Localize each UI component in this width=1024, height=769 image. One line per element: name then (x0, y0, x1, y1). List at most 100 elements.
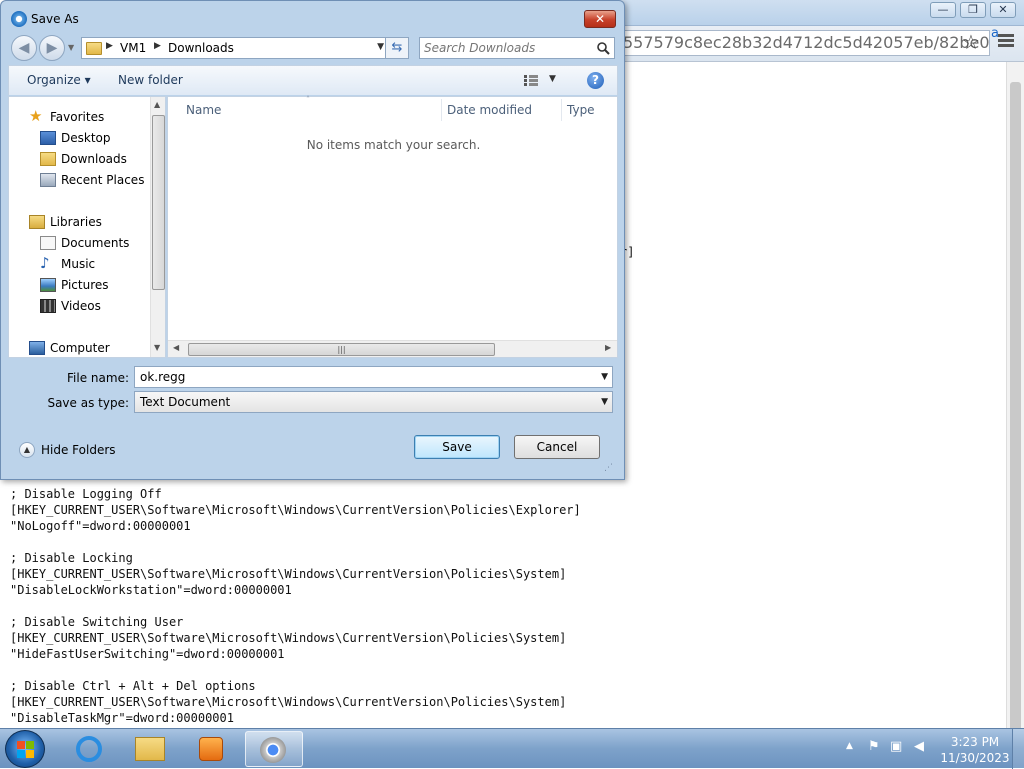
taskbar-internet-explorer[interactable] (60, 731, 118, 767)
dialog-title-bar[interactable]: Save As ✕ (1, 1, 624, 35)
file-name-field[interactable]: ok.regg ▼ (134, 366, 613, 388)
column-header-name[interactable]: Name (186, 103, 221, 117)
search-input[interactable] (424, 40, 592, 56)
document-text: ; Disable Logging Off [HKEY_CURRENT_USER\… (10, 486, 581, 726)
organize-button[interactable]: Organize ▾ (27, 73, 91, 87)
action-center-icon[interactable]: ⚑ (868, 739, 880, 754)
desktop-icon (40, 131, 56, 145)
save-as-type-label: Save as type: (47, 396, 129, 410)
network-icon[interactable]: ▣ (890, 739, 902, 754)
nav-item-videos[interactable]: Videos (9, 296, 149, 316)
help-icon[interactable]: ? (587, 72, 604, 89)
nav-label: Computer (50, 341, 110, 355)
save-as-dialog: Save As ✕ ◀ ▶ ▼ ▶ VM1 ▶ Downloads ▼ ⇆ Or… (0, 0, 625, 480)
column-divider[interactable] (561, 99, 562, 121)
file-list-pane: ˄ Name Date modified Type No items match… (167, 95, 618, 358)
scroll-left-icon[interactable]: ◀ (173, 343, 179, 352)
column-header-date-modified[interactable]: Date modified (447, 103, 532, 117)
document-line: "NoLogoff"=dword:00000001 (10, 519, 191, 533)
music-icon: ♪ (40, 254, 50, 272)
media-player-icon (199, 737, 223, 761)
nav-label: Favorites (50, 110, 105, 124)
taskbar-windows-explorer[interactable] (121, 731, 179, 767)
new-folder-button[interactable]: New folder (118, 73, 183, 87)
search-box[interactable] (419, 37, 615, 59)
search-icon[interactable] (596, 41, 610, 55)
taskbar: ▲ ⚑ ▣ ◀ 3:23 PM 11/30/2023 (0, 728, 1024, 769)
chrome-icon (11, 11, 27, 27)
save-button[interactable]: Save (414, 435, 500, 459)
browser-title-bar: — ❐ ✕ (620, 0, 1024, 26)
scroll-up-icon[interactable]: ▲ (154, 100, 160, 109)
document-line: "DisableTaskMgr"=dword:00000001 (10, 711, 234, 725)
breadcrumb-vm1[interactable]: VM1 (120, 41, 146, 55)
browser-close-button[interactable]: ✕ (990, 2, 1016, 18)
document-line: ; Disable Switching User (10, 615, 184, 629)
scroll-down-icon[interactable]: ▼ (154, 343, 160, 352)
save-as-type-select[interactable]: Text Document ▼ (134, 391, 613, 413)
resize-grip-icon[interactable]: ⋰ (604, 463, 613, 473)
volume-icon[interactable]: ◀ (914, 739, 924, 754)
scroll-thumb[interactable] (1010, 82, 1021, 742)
column-divider[interactable] (441, 99, 442, 121)
minimize-button[interactable]: — (930, 2, 956, 18)
dialog-close-button[interactable]: ✕ (584, 10, 616, 28)
menu-icon[interactable] (998, 34, 1014, 48)
chevron-up-icon: ▲ (19, 442, 35, 458)
chevron-down-icon[interactable]: ▼ (601, 367, 608, 387)
chevron-down-icon[interactable]: ▼ (601, 392, 608, 412)
refresh-button[interactable]: ⇆ (385, 37, 409, 59)
nav-item-pictures[interactable]: Pictures (9, 275, 149, 295)
restore-button[interactable]: ❐ (960, 2, 986, 18)
pictures-icon (40, 278, 56, 292)
downloads-folder-icon (40, 152, 56, 166)
breadcrumb-separator-icon[interactable]: ▶ (154, 41, 161, 51)
scroll-thumb[interactable]: ||| (188, 343, 495, 356)
show-hidden-icons-icon[interactable]: ▲ (846, 741, 853, 751)
navigation-scrollbar[interactable]: ▲ ▼ (150, 97, 165, 357)
address-bar[interactable]: 557579c8ec28b32d4712dc5d42057eb/82be032e (622, 30, 990, 56)
recent-pages-chevron-icon[interactable]: ▼ (68, 43, 74, 52)
bookmark-star-icon[interactable]: ☆ (962, 31, 980, 53)
back-button[interactable]: ◀ (11, 35, 37, 61)
view-options-icon[interactable] (524, 75, 538, 86)
dialog-title: Save As (31, 12, 79, 26)
save-as-type-value: Text Document (140, 395, 231, 409)
nav-item-documents[interactable]: Documents (9, 233, 149, 253)
nav-item-downloads[interactable]: Downloads (9, 149, 149, 169)
recent-places-icon (40, 173, 56, 187)
nav-item-desktop[interactable]: Desktop (9, 128, 149, 148)
url-text: 557579c8ec28b32d4712dc5d42057eb/82be032e (623, 33, 990, 52)
show-desktop-button[interactable] (1012, 729, 1024, 769)
document-line: [HKEY_CURRENT_USER\Software\Microsoft\Wi… (10, 567, 567, 581)
forward-button[interactable]: ▶ (39, 35, 65, 61)
column-header-type[interactable]: Type (567, 103, 595, 117)
nav-item-music[interactable]: ♪ Music (9, 254, 149, 274)
document-line: "DisableLockWorkstation"=dword:00000001 (10, 583, 292, 597)
scroll-thumb[interactable] (152, 115, 165, 290)
view-dropdown-chevron-icon[interactable]: ▼ (549, 74, 556, 84)
taskbar-chrome[interactable] (245, 731, 303, 767)
document-line: [HKEY_CURRENT_USER\Software\Microsoft\Wi… (10, 503, 581, 517)
navigation-row: ◀ ▶ ▼ ▶ VM1 ▶ Downloads ▼ ⇆ (9, 34, 619, 62)
breadcrumb-separator-icon[interactable]: ▶ (106, 41, 113, 51)
clock-time[interactable]: 3:23 PM (940, 735, 1010, 749)
nav-item-libraries[interactable]: Libraries (9, 212, 149, 232)
document-scrollbar[interactable] (1006, 62, 1024, 742)
nav-item-favorites[interactable]: ★ Favorites (9, 107, 149, 127)
windows-logo-icon (26, 750, 34, 758)
windows-logo-icon (17, 741, 25, 749)
horizontal-scrollbar[interactable]: ◀ ||| ▶ (168, 340, 617, 357)
documents-icon (40, 236, 56, 250)
clock-date[interactable]: 11/30/2023 (940, 751, 1010, 765)
nav-item-computer[interactable]: Computer (9, 338, 149, 358)
cancel-button[interactable]: Cancel (514, 435, 600, 459)
chevron-down-icon[interactable]: ▼ (377, 42, 384, 52)
nav-item-recent-places[interactable]: Recent Places (9, 170, 149, 190)
breadcrumb-downloads[interactable]: Downloads (168, 41, 234, 55)
start-button[interactable] (5, 730, 45, 768)
windows-explorer-icon (135, 737, 165, 761)
scroll-right-icon[interactable]: ▶ (605, 343, 611, 352)
taskbar-media-player[interactable] (182, 731, 240, 767)
breadcrumb[interactable]: ▶ VM1 ▶ Downloads ▼ (81, 37, 389, 59)
